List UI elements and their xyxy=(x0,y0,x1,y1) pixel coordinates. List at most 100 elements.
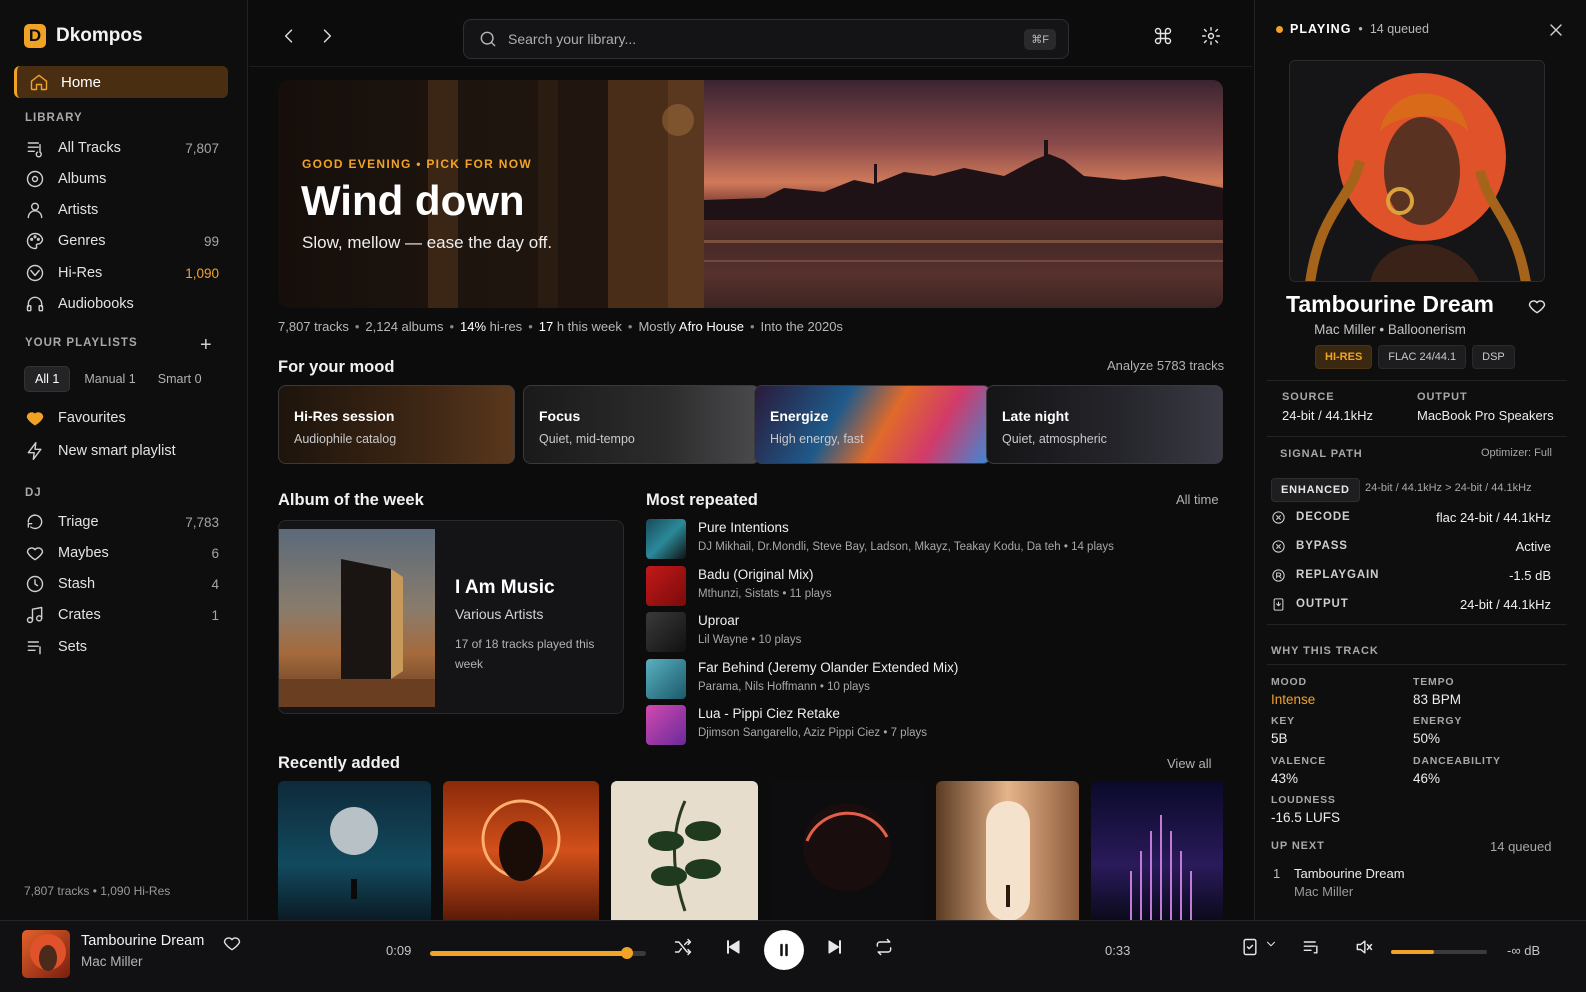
track-thumbnail xyxy=(646,705,686,745)
sidebar-item-favourites[interactable]: Favourites xyxy=(24,403,219,433)
sidebar-item-genres[interactable]: Genres 99 xyxy=(24,226,219,256)
player-artist[interactable]: Mac Miller xyxy=(81,954,143,969)
mute-icon[interactable] xyxy=(1354,937,1374,957)
search-bar[interactable]: ⌘F xyxy=(463,19,1069,59)
forward-icon[interactable] xyxy=(317,26,337,46)
player-bar: Tambourine Dream Mac Miller 0:09 0:33 -∞… xyxy=(0,920,1586,992)
sidebar-item-label: Hi-Res xyxy=(58,265,103,281)
analyze-tracks-link[interactable]: Analyze 5783 tracks xyxy=(1107,358,1224,373)
heart-icon[interactable] xyxy=(1527,296,1547,316)
up-next-count: 14 queued xyxy=(1490,839,1552,854)
sidebar-item-hi-res[interactable]: Hi-Res 1,090 xyxy=(24,258,219,288)
list-music-icon xyxy=(24,138,46,158)
next-icon[interactable] xyxy=(825,937,845,957)
progress-handle[interactable] xyxy=(620,947,633,959)
filter-smart[interactable]: Smart 0 xyxy=(150,367,210,391)
sidebar-item-audiobooks[interactable]: Audiobooks xyxy=(24,289,219,319)
now-playing-header: PLAYING • 14 queued xyxy=(1276,22,1429,36)
filter-manual[interactable]: Manual 1 xyxy=(76,367,143,391)
mood-card-energize[interactable]: Energize High energy, fast xyxy=(754,385,991,464)
previous-icon[interactable] xyxy=(723,937,743,957)
sidebar-item-artists[interactable]: Artists xyxy=(24,195,219,225)
back-icon[interactable] xyxy=(279,26,299,46)
chevron-down-icon[interactable] xyxy=(1264,937,1278,951)
search-input[interactable] xyxy=(508,31,988,47)
output-value: MacBook Pro Speakers xyxy=(1417,408,1554,423)
mood-heading: For your mood xyxy=(278,358,395,376)
shuffle-icon[interactable] xyxy=(673,937,693,957)
heart-icon[interactable] xyxy=(222,933,242,953)
playlists-section-title: YOUR PLAYLISTS xyxy=(25,337,138,349)
sidebar-item-albums[interactable]: Albums xyxy=(24,164,219,194)
format-badges: HI-RES FLAC 24/44.1 DSP xyxy=(1315,345,1515,369)
main-content: ⌘F GOOD EVENING • PICK FOR xyxy=(249,0,1253,920)
progress-bar[interactable] xyxy=(430,947,646,959)
command-icon[interactable] xyxy=(1153,26,1173,46)
recent-album-cover[interactable] xyxy=(1091,781,1223,920)
player-title[interactable]: Tambourine Dream xyxy=(81,933,204,949)
source-value: 24-bit / 44.1kHz xyxy=(1282,408,1374,423)
close-icon[interactable] xyxy=(1546,20,1566,40)
output-label: OUTPUT xyxy=(1417,391,1468,403)
view-all-link[interactable]: View all xyxy=(1167,756,1212,771)
stat-hires-label: hi-res xyxy=(489,319,523,334)
item-count: 1 xyxy=(211,607,219,623)
why-track-label: WHY THIS TRACK xyxy=(1271,645,1379,657)
time-filter[interactable]: All time xyxy=(1176,492,1219,507)
library-section-title: LIBRARY xyxy=(25,112,83,124)
remaining-time: 0:33 xyxy=(1105,943,1131,958)
mood-card-focus[interactable]: Focus Quiet, mid-tempo xyxy=(523,385,760,464)
sidebar-item-label: Favourites xyxy=(58,410,126,426)
sidebar-item-maybes[interactable]: Maybes 6 xyxy=(24,538,219,568)
list-item[interactable]: Pure Intentions DJ Mikhail, Dr.Mondli, S… xyxy=(646,519,1226,563)
add-playlist-button[interactable]: + xyxy=(200,334,212,357)
playing-status: PLAYING xyxy=(1290,22,1352,36)
hero-banner[interactable]: GOOD EVENING • PICK FOR NOW Wind down Sl… xyxy=(278,80,1223,308)
sidebar-item-home[interactable]: Home xyxy=(14,66,228,98)
repeat-icon[interactable] xyxy=(874,937,894,957)
sidebar-item-label: Maybes xyxy=(58,545,109,561)
mood-card-title: Late night xyxy=(1002,408,1069,424)
top-bar: ⌘F xyxy=(249,0,1253,67)
sidebar-item-label: Genres xyxy=(58,233,106,249)
energy-value: 50% xyxy=(1413,731,1441,746)
mood-card-title: Focus xyxy=(539,408,581,424)
library-stats: 7,807 tracks • 2,124 albums • 14% hi-res • … xyxy=(278,319,843,334)
track-plays: 10 plays xyxy=(758,634,802,646)
gear-icon[interactable] xyxy=(1201,26,1221,46)
album-of-week-card[interactable]: I Am Music Various Artists 17 of 18 trac… xyxy=(278,520,624,714)
list-item[interactable]: Uproar Lil Wayne • 10 plays xyxy=(646,612,1226,656)
device-icon[interactable] xyxy=(1240,937,1260,957)
list-item[interactable]: Far Behind (Jeremy Olander Extended Mix)… xyxy=(646,659,1226,703)
volume-slider[interactable] xyxy=(1391,950,1487,954)
most-repeated-heading: Most repeated xyxy=(646,491,758,509)
track-artists: Djimson Sangarello, Aziz Pippi Ciez xyxy=(698,727,881,739)
mood-card-hi-res[interactable]: Hi-Res session Audiophile catalog xyxy=(278,385,515,464)
pause-button[interactable] xyxy=(764,930,804,970)
recent-album-cover[interactable] xyxy=(936,781,1079,920)
sidebar-item-all-tracks[interactable]: All Tracks 7,807 xyxy=(24,133,219,163)
sidebar-item-stash[interactable]: Stash 4 xyxy=(24,569,219,599)
now-playing-album[interactable]: Balloonerism xyxy=(1388,322,1466,337)
sidebar-item-sets[interactable]: Sets xyxy=(24,632,219,662)
sidebar-item-new-smart-playlist[interactable]: New smart playlist xyxy=(24,436,219,466)
recent-album-cover[interactable] xyxy=(278,781,431,920)
recent-album-cover[interactable] xyxy=(771,781,923,920)
list-item[interactable]: Lua - Pippi Ciez Retake Djimson Sangarel… xyxy=(646,705,1226,749)
sidebar-item-crates[interactable]: Crates 1 xyxy=(24,600,219,630)
recent-album-cover[interactable] xyxy=(611,781,758,920)
hi-res-icon xyxy=(24,263,46,283)
sidebar-item-triage[interactable]: Triage 7,783 xyxy=(24,507,219,537)
queue-icon[interactable] xyxy=(1301,937,1321,957)
list-item[interactable]: Badu (Original Mix) Mthunzi, Sistats • 1… xyxy=(646,566,1226,610)
track-meta: Lil Wayne • 10 plays xyxy=(698,634,802,646)
volume-fill xyxy=(1391,950,1435,954)
player-artwork[interactable] xyxy=(22,930,70,978)
now-playing-artist[interactable]: Mac Miller xyxy=(1314,322,1376,337)
recent-album-cover[interactable] xyxy=(443,781,599,920)
mood-card-late-night[interactable]: Late night Quiet, atmospheric xyxy=(986,385,1223,464)
filter-all[interactable]: All 1 xyxy=(24,366,71,392)
brand[interactable]: D Dkompos xyxy=(24,24,143,48)
stat-albums: 2,124 albums xyxy=(365,319,444,334)
home-icon xyxy=(29,72,49,92)
